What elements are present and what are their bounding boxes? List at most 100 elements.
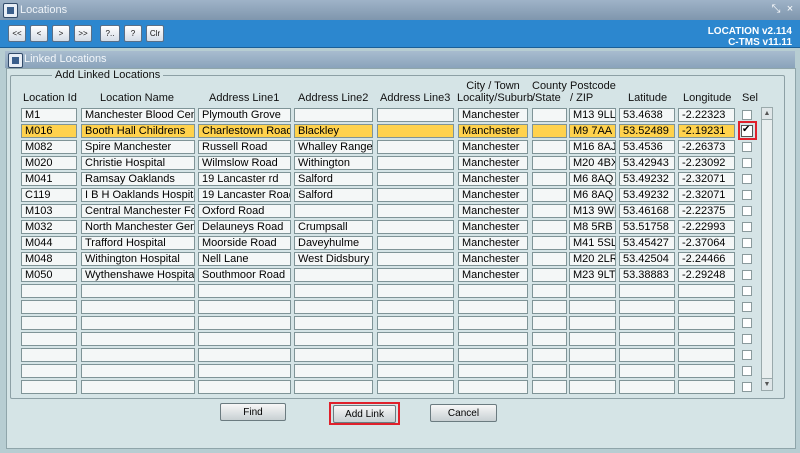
cell-location-name[interactable] <box>81 316 195 330</box>
cell-address1[interactable] <box>198 300 291 314</box>
cell-address3[interactable] <box>377 300 454 314</box>
cell-latitude[interactable]: 53.42504 <box>619 252 675 266</box>
cell-longitude[interactable]: -2.37064 <box>678 236 735 250</box>
cell-longitude[interactable] <box>678 364 735 378</box>
arrow-up-icon[interactable]: ▲ <box>762 108 772 120</box>
cell-address3[interactable] <box>377 156 454 170</box>
cell-location-name[interactable] <box>81 348 195 362</box>
cell-latitude[interactable] <box>619 380 675 394</box>
cell-address2[interactable] <box>294 204 373 218</box>
cell-longitude[interactable]: -2.22323 <box>678 108 735 122</box>
cell-city[interactable] <box>458 316 528 330</box>
cell-longitude[interactable]: -2.29248 <box>678 268 735 282</box>
cell-address1[interactable]: 19 Lancaster Road <box>198 188 291 202</box>
cell-address2[interactable]: Blackley <box>294 124 373 138</box>
cell-postcode[interactable]: M6 8AQ <box>569 188 616 202</box>
cell-address2[interactable] <box>294 284 373 298</box>
cell-location-name[interactable]: Spire Manchester <box>81 140 195 154</box>
cell-city[interactable]: Manchester <box>458 108 528 122</box>
select-checkbox[interactable] <box>742 142 752 152</box>
cell-address3[interactable] <box>377 204 454 218</box>
cell-address1[interactable]: Oxford Road <box>198 204 291 218</box>
cell-location-name[interactable]: Christie Hospital <box>81 156 195 170</box>
cell-address2[interactable] <box>294 268 373 282</box>
cell-county[interactable] <box>532 300 567 314</box>
cell-address3[interactable] <box>377 284 454 298</box>
cell-longitude[interactable]: -2.19231 <box>678 124 735 138</box>
cell-address1[interactable]: Wilmslow Road <box>198 156 291 170</box>
cell-address2[interactable] <box>294 364 373 378</box>
cell-latitude[interactable] <box>619 284 675 298</box>
cell-city[interactable] <box>458 380 528 394</box>
cell-location-id[interactable] <box>21 348 77 362</box>
cell-latitude[interactable] <box>619 300 675 314</box>
cell-city[interactable]: Manchester <box>458 220 528 234</box>
cell-postcode[interactable] <box>569 348 616 362</box>
cell-county[interactable] <box>532 316 567 330</box>
cell-address3[interactable] <box>377 364 454 378</box>
cell-city[interactable] <box>458 364 528 378</box>
select-checkbox[interactable] <box>742 318 752 328</box>
cell-address2[interactable]: Withington <box>294 156 373 170</box>
cell-address1[interactable]: Russell Road <box>198 140 291 154</box>
cell-city[interactable]: Manchester <box>458 204 528 218</box>
cancel-button[interactable]: Cancel <box>430 404 497 422</box>
cell-location-id[interactable]: M041 <box>21 172 77 186</box>
cell-postcode[interactable] <box>569 300 616 314</box>
cell-latitude[interactable]: 53.49232 <box>619 188 675 202</box>
cell-address3[interactable] <box>377 348 454 362</box>
cell-postcode[interactable]: M23 9LT <box>569 268 616 282</box>
cell-county[interactable] <box>532 332 567 346</box>
cell-location-name[interactable]: I B H Oaklands Hospita <box>81 188 195 202</box>
cell-location-id[interactable]: M050 <box>21 268 77 282</box>
cell-latitude[interactable] <box>619 364 675 378</box>
cell-location-id[interactable] <box>21 284 77 298</box>
cell-longitude[interactable]: -2.24466 <box>678 252 735 266</box>
cell-location-name[interactable]: Booth Hall Childrens <box>81 124 195 138</box>
cell-location-name[interactable] <box>81 300 195 314</box>
cell-county[interactable] <box>532 172 567 186</box>
cell-location-id[interactable]: M016 <box>21 124 77 138</box>
cell-address3[interactable] <box>377 124 454 138</box>
cell-postcode[interactable]: M20 4BX <box>569 156 616 170</box>
cell-latitude[interactable]: 53.4536 <box>619 140 675 154</box>
arrow-down-icon[interactable]: ▼ <box>762 378 772 390</box>
select-checkbox[interactable] <box>742 286 752 296</box>
cell-longitude[interactable] <box>678 380 735 394</box>
cell-county[interactable] <box>532 380 567 394</box>
cell-address3[interactable] <box>377 172 454 186</box>
cell-address1[interactable]: Nell Lane <box>198 252 291 266</box>
cell-location-name[interactable]: Ramsay Oaklands <box>81 172 195 186</box>
cell-city[interactable] <box>458 284 528 298</box>
cell-address2[interactable] <box>294 332 373 346</box>
cell-county[interactable] <box>532 140 567 154</box>
select-checkbox[interactable] <box>742 238 752 248</box>
cell-longitude[interactable] <box>678 332 735 346</box>
cell-longitude[interactable]: -2.22375 <box>678 204 735 218</box>
cell-city[interactable] <box>458 332 528 346</box>
cell-location-name[interactable]: Central Manchester Fou <box>81 204 195 218</box>
cell-location-id[interactable]: M044 <box>21 236 77 250</box>
clear-button[interactable]: Clr <box>146 25 164 42</box>
cell-address3[interactable] <box>377 268 454 282</box>
cell-county[interactable] <box>532 156 567 170</box>
cell-location-name[interactable] <box>81 380 195 394</box>
cell-address1[interactable]: Delauneys Road <box>198 220 291 234</box>
cell-address2[interactable]: Crumpsall <box>294 220 373 234</box>
select-checkbox[interactable] <box>742 366 752 376</box>
cell-postcode[interactable]: M6 8AQ <box>569 172 616 186</box>
cell-location-name[interactable] <box>81 284 195 298</box>
cell-address1[interactable]: Plymouth Grove <box>198 108 291 122</box>
cell-county[interactable] <box>532 364 567 378</box>
cell-postcode[interactable]: M20 2LR <box>569 252 616 266</box>
cell-address3[interactable] <box>377 252 454 266</box>
cell-city[interactable]: Manchester <box>458 172 528 186</box>
cell-county[interactable] <box>532 348 567 362</box>
cell-address1[interactable]: Charlestown Road <box>198 124 291 138</box>
previous-record-button[interactable]: < <box>30 25 48 42</box>
cell-address2[interactable] <box>294 348 373 362</box>
cell-city[interactable]: Manchester <box>458 140 528 154</box>
cell-address2[interactable] <box>294 316 373 330</box>
cell-location-name[interactable]: Wythenshawe Hospital <box>81 268 195 282</box>
cell-address3[interactable] <box>377 140 454 154</box>
